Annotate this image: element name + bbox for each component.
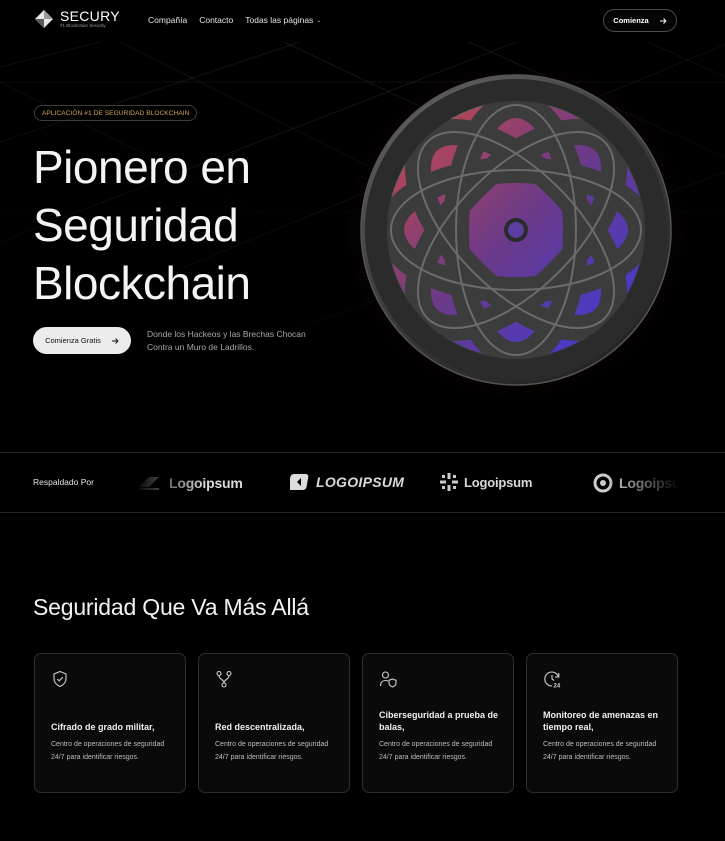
brand-tagline: #1 Blockchain Security [60,23,106,29]
feature-card-title: Cifrado de grado militar, [51,722,155,732]
partners-strip: Respaldado Por Logoipsum LOGOIPSUM Logoi… [0,452,725,513]
feature-card-title: Red descentralizada, [215,722,305,732]
partner-logos: Logoipsum LOGOIPSUM Logoipsum Logoipsum [135,453,680,513]
feature-card-title: Ciberseguridad a prueba de balas, [379,710,499,732]
clock-24-icon: 24 [544,671,561,689]
hero-title-line-2: Seguridad [33,199,239,251]
hero-section: APLICACIÓN #1 DE SEGURIDAD BLOCKCHAIN Pi… [0,42,725,452]
feature-card-desc: Centro de operaciones de seguridad 24/7 … [543,741,657,761]
nav-dropdown-label: Todas las páginas [245,15,314,25]
feature-card-desc: Centro de operaciones de seguridad 24/7 … [215,741,329,761]
chevron-down-icon: ⌄ [316,17,322,24]
partner-logo-3-text: Logoipsum [464,474,533,490]
nav-cta-button[interactable]: Comienza [603,9,677,32]
git-branch-icon [216,670,232,688]
partner-logo-3: Logoipsum [440,473,532,491]
nav-dropdown-todas-paginas[interactable]: Todas las páginas ⌄ [245,15,321,25]
hero-cta-button[interactable]: Comienza Gratis [33,327,131,354]
feature-card: Ciberseguridad a prueba de balas, Centro… [362,653,514,793]
user-shield-icon [379,671,397,688]
hero-sphere-illustration [340,72,696,410]
feature-card-desc: Centro de operaciones de seguridad 24/7 … [51,741,165,761]
shield-check-icon [53,670,67,688]
features-cards: Cifrado de grado militar, Centro de oper… [34,653,678,793]
partner-logo-4-text: Logoipsum [619,475,680,491]
nav-links: Compañía Contacto Todas las páginas ⌄ [148,15,321,25]
partner-logo-2-text: LOGOIPSUM [316,474,405,490]
partner-logo-mark-icon [593,473,613,493]
partners-label: Respaldado Por [33,477,94,487]
feature-card-title: Monitoreo de amenazas en tiempo real, [543,710,659,732]
partner-logo-mark-icon [290,474,309,490]
hero-cta-label: Comienza Gratis [45,336,101,345]
top-navbar: SECURY #1 Blockchain Security Compañía C… [0,0,725,42]
feature-card: Red descentralizada, Centro de operacion… [198,653,350,793]
arrow-right-icon [659,17,667,24]
feature-card-desc: Centro de operaciones de seguridad 24/7 … [379,741,493,761]
hero-description: Donde los Hackeos y las Brechas Chocan C… [147,329,306,352]
feature-card: 24 Monitoreo de amenazas en tiempo real,… [526,653,678,793]
partner-logo-2: LOGOIPSUM [290,473,404,491]
nav-link-contacto[interactable]: Contacto [199,15,233,25]
brand-name: SECURY [60,8,120,25]
hero-title-line-1: Pionero en [33,141,251,193]
hero-title-line-3: Blockchain [33,257,251,309]
svg-text:24: 24 [554,684,561,689]
brand-logo-icon [35,10,53,28]
hero-badge: APLICACIÓN #1 DE SEGURIDAD BLOCKCHAIN [34,105,198,121]
partner-logo-mark-icon [139,477,159,490]
features-title: Seguridad Que Va Más Allá [33,594,309,620]
brand-logo[interactable]: SECURY #1 Blockchain Security [34,9,120,29]
arrow-right-icon [111,337,119,344]
partner-logo-1: Logoipsum [135,473,243,493]
partner-logo-1-text: Logoipsum [169,475,243,491]
nav-link-compania[interactable]: Compañía [148,15,187,25]
feature-card: Cifrado de grado militar, Centro de oper… [34,653,186,793]
partner-logo-4: Logoipsum [593,473,680,493]
hero-title: Pionero en Seguridad Blockchain [33,138,251,312]
partner-logo-mark-icon [440,473,458,491]
nav-cta-label: Comienza [613,16,649,25]
